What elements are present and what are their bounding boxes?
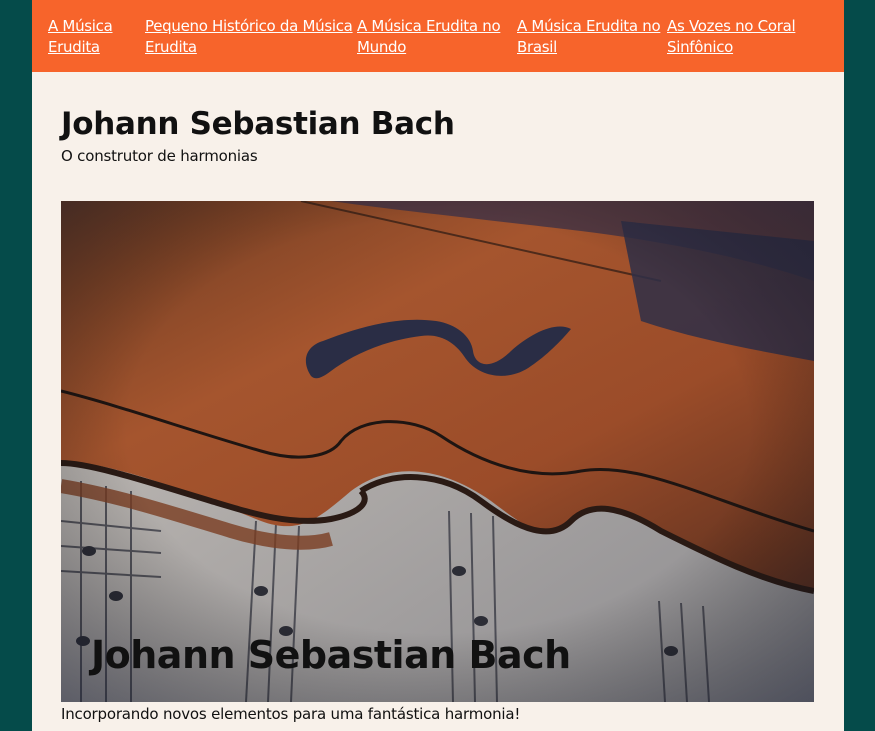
hero-caption: Incorporando novos elementos para uma fa… — [61, 705, 521, 723]
violin-sheet-music-photo — [61, 201, 814, 702]
nav-link-brasil[interactable]: A Música Erudita no Brasil — [517, 16, 665, 58]
hero-overlay-title: Johann Sebastian Bach — [91, 633, 571, 677]
page-subtitle: O construtor de harmonias — [61, 147, 258, 165]
nav-link-mundo[interactable]: A Música Erudita no Mundo — [357, 16, 515, 58]
nav-link-historico[interactable]: Pequeno Histórico da Música Erudita — [145, 16, 355, 58]
top-navigation: A Música Erudita Pequeno Histórico da Mú… — [32, 0, 844, 72]
hero-image: Johann Sebastian Bach — [61, 201, 814, 702]
page-title: Johann Sebastian Bach — [61, 106, 455, 142]
nav-link-musica-erudita[interactable]: A Música Erudita — [48, 16, 140, 58]
nav-link-vozes[interactable]: As Vozes no Coral Sinfônico — [667, 16, 817, 58]
page-container: A Música Erudita Pequeno Histórico da Mú… — [32, 0, 844, 731]
